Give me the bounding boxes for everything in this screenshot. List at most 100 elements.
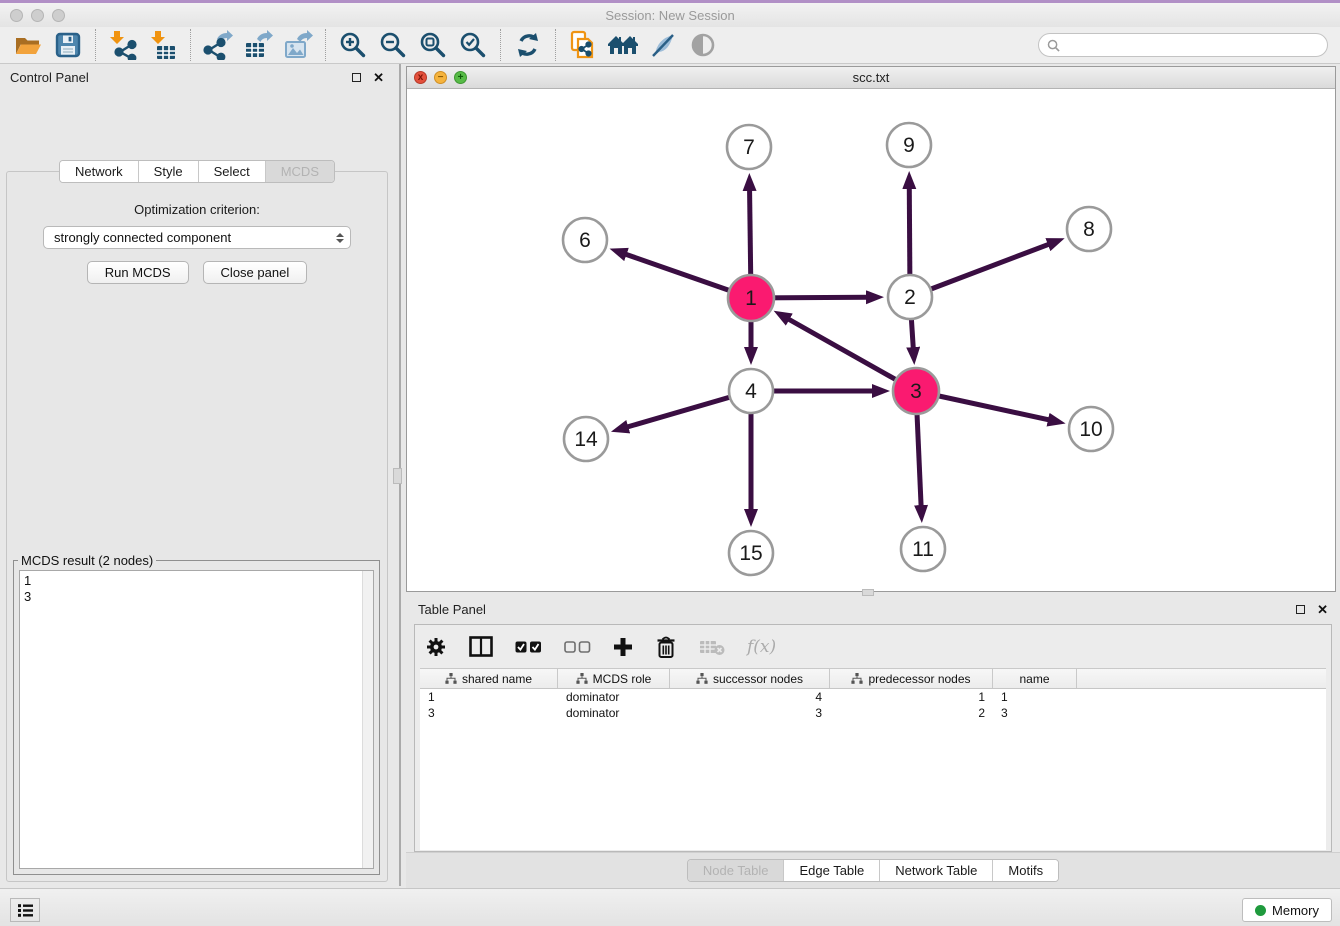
- titlebar: Session: New Session: [0, 3, 1340, 27]
- delete-table-icon: [699, 638, 725, 656]
- node-label-9: 9: [903, 134, 915, 157]
- tab-select[interactable]: Select: [199, 161, 266, 182]
- zoom-out-icon: [379, 31, 407, 59]
- create-column-button[interactable]: [613, 637, 633, 657]
- select-all-button[interactable]: [515, 641, 542, 653]
- tab-style[interactable]: Style: [139, 161, 199, 182]
- memory-button[interactable]: Memory: [1242, 898, 1332, 922]
- table-cell[interactable]: 1: [993, 689, 1077, 705]
- zoom-selected-button[interactable]: [453, 28, 493, 62]
- network-minimize-icon[interactable]: −: [434, 71, 447, 84]
- save-session-button[interactable]: [48, 28, 88, 62]
- table-cell[interactable]: dominator: [558, 705, 670, 721]
- close-panel-button[interactable]: Close panel: [203, 261, 308, 284]
- node-table[interactable]: shared nameMCDS rolesuccessor nodesprede…: [420, 668, 1326, 850]
- task-history-button[interactable]: [10, 898, 40, 922]
- plus-icon: [613, 637, 633, 657]
- zoom-selected-icon: [459, 31, 487, 59]
- table-cell[interactable]: 1: [830, 689, 993, 705]
- export-table-button[interactable]: [238, 28, 278, 62]
- tab-motifs[interactable]: Motifs: [993, 860, 1058, 881]
- table-close-icon[interactable]: ✕: [1317, 605, 1328, 614]
- import-network-button[interactable]: [103, 28, 143, 62]
- column-scope-icon: [851, 673, 863, 684]
- control-panel-header: Control Panel ✕: [0, 64, 394, 90]
- open-file-button[interactable]: [8, 28, 48, 62]
- toolbar-separator: [500, 29, 501, 61]
- network-window-titlebar[interactable]: scc.txt x − +: [407, 67, 1335, 89]
- import-table-button[interactable]: [143, 28, 183, 62]
- table-cell[interactable]: 1: [420, 689, 558, 705]
- zoom-in-icon: [339, 31, 367, 59]
- houses-icon: [607, 32, 639, 58]
- split-panel-icon: [469, 636, 493, 657]
- network-graph[interactable]: 7968124314101511: [407, 89, 1335, 592]
- network-close-icon[interactable]: x: [414, 71, 427, 84]
- control-panel-title: Control Panel: [10, 70, 352, 85]
- show-details-button[interactable]: [683, 28, 723, 62]
- import-table-icon: [148, 30, 178, 60]
- node-label-6: 6: [579, 229, 591, 252]
- deselect-all-button[interactable]: [564, 641, 591, 653]
- table-cell[interactable]: 4: [670, 689, 830, 705]
- show-column-panel-button[interactable]: [469, 636, 493, 657]
- zoom-in-button[interactable]: [333, 28, 373, 62]
- node-label-15: 15: [739, 542, 762, 565]
- feather-button[interactable]: [643, 28, 683, 62]
- table-cell[interactable]: 3: [420, 705, 558, 721]
- status-bar: Memory: [0, 888, 1340, 926]
- column-header-mcds-role[interactable]: MCDS role: [558, 669, 670, 688]
- table-settings-button[interactable]: [425, 636, 447, 658]
- column-header-name[interactable]: name: [993, 669, 1077, 688]
- tab-network-table[interactable]: Network Table: [880, 860, 993, 881]
- export-image-button[interactable]: [278, 28, 318, 62]
- toolbar-separator: [555, 29, 556, 61]
- export-table-icon: [243, 30, 273, 60]
- table-cell[interactable]: 2: [830, 705, 993, 721]
- column-header-shared-name[interactable]: shared name: [420, 669, 558, 688]
- vertical-splitter-handle[interactable]: [393, 468, 402, 484]
- table-row[interactable]: 3dominator323: [420, 705, 1326, 721]
- network-canvas[interactable]: 7968124314101511: [407, 89, 1335, 591]
- node-label-10: 10: [1079, 418, 1102, 441]
- feather-icon: [649, 31, 677, 59]
- tab-mcds[interactable]: MCDS: [266, 161, 334, 182]
- float-panel-icon[interactable]: [352, 73, 361, 82]
- table-cell[interactable]: 3: [993, 705, 1077, 721]
- zoom-out-button[interactable]: [373, 28, 413, 62]
- table-cell[interactable]: dominator: [558, 689, 670, 705]
- tab-network[interactable]: Network: [60, 161, 139, 182]
- optimization-criterion-select[interactable]: strongly connected component: [43, 226, 351, 249]
- mcds-result-text[interactable]: 13: [19, 570, 374, 869]
- run-mcds-button[interactable]: Run MCDS: [87, 261, 189, 284]
- optimization-criterion-label: Optimization criterion:: [7, 202, 387, 217]
- zoom-fit-icon: [419, 31, 447, 59]
- search-input[interactable]: [1065, 37, 1327, 53]
- network-maximize-icon[interactable]: +: [454, 71, 467, 84]
- optimization-criterion-value: strongly connected component: [54, 230, 336, 245]
- tab-node-table[interactable]: Node Table: [688, 860, 785, 881]
- import-network-icon: [108, 30, 138, 60]
- table-row[interactable]: 1dominator411: [420, 689, 1326, 705]
- close-panel-icon[interactable]: ✕: [373, 73, 384, 82]
- search-icon: [1047, 39, 1060, 52]
- column-header-successor-nodes[interactable]: successor nodes: [670, 669, 830, 688]
- table-float-icon[interactable]: [1296, 605, 1305, 614]
- node-table-header[interactable]: shared nameMCDS rolesuccessor nodesprede…: [420, 669, 1326, 689]
- network-window: scc.txt x − + 7968124314101511: [406, 66, 1336, 592]
- search-box[interactable]: [1038, 33, 1328, 57]
- export-network-button[interactable]: [198, 28, 238, 62]
- node-label-1: 1: [745, 287, 757, 310]
- neighbors-button[interactable]: [603, 28, 643, 62]
- zoom-fit-button[interactable]: [413, 28, 453, 62]
- apply-layout-button[interactable]: [508, 28, 548, 62]
- node-label-14: 14: [574, 428, 598, 451]
- clone-network-button[interactable]: [563, 28, 603, 62]
- table-cell[interactable]: 3: [670, 705, 830, 721]
- tab-edge-table[interactable]: Edge Table: [784, 860, 880, 881]
- node-table-body[interactable]: 1dominator4113dominator323: [420, 689, 1326, 721]
- delete-column-button[interactable]: [655, 635, 677, 659]
- horizontal-splitter-handle[interactable]: [862, 589, 874, 596]
- column-header-predecessor-nodes[interactable]: predecessor nodes: [830, 669, 993, 688]
- result-scrollbar[interactable]: [362, 571, 373, 868]
